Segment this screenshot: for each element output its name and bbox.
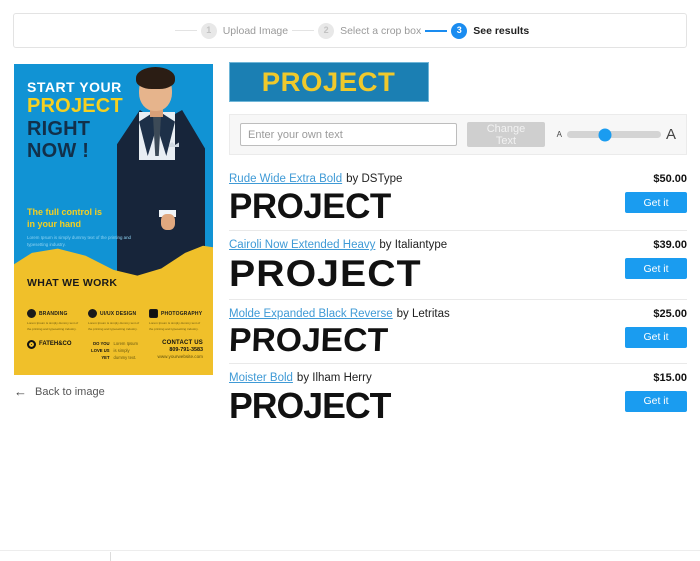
poster-lorem-text: Lorem Ipsum is simply dummy text of the … — [27, 235, 131, 248]
uiux-icon — [88, 309, 97, 319]
font-results-list: Rude Wide Extra Bold by DSType $50.00 Ge… — [228, 165, 687, 430]
uploaded-poster-image[interactable]: START YOUR PROJECT RIGHT NOW ! The full … — [14, 64, 213, 375]
font-result-item: Cairoli Now Extended Heavy by Italiantyp… — [229, 230, 687, 298]
font-size-slider-knob[interactable] — [598, 128, 612, 141]
font-sample-text: PROJECT — [229, 253, 422, 295]
step-see-results[interactable]: 3 See results — [421, 22, 530, 39]
font-name-link[interactable]: Cairoli Now Extended Heavy — [229, 239, 375, 251]
poster-service-text-2: Lorem Ipsum is simply dummy text of the … — [149, 321, 201, 332]
font-foundry-label: by Ilham Herry — [296, 371, 372, 384]
cropped-text-preview[interactable]: PROJECT — [229, 62, 429, 102]
back-to-image-label: Back to image — [35, 385, 105, 398]
font-name-link[interactable]: Molde Expanded Black Reverse — [229, 308, 393, 320]
app-root: 1 Upload Image 2 Select a crop box 3 See… — [0, 0, 700, 561]
results-panel: PROJECT Change Text A A Rude Wide Extra … — [228, 62, 687, 430]
font-sample-text: PROJECT — [229, 187, 391, 226]
poster-subheadline: The full control is in your hand — [27, 206, 139, 230]
camera-icon — [149, 309, 158, 319]
step-label-2: Select a crop box — [340, 24, 422, 37]
poster-contact-title: CONTACT US — [162, 339, 203, 346]
font-size-large-label: A — [665, 126, 676, 143]
custom-text-input[interactable] — [240, 123, 458, 146]
font-result-item: Molde Expanded Black Reverse by Letritas… — [228, 298, 687, 363]
poster-service-name-0: BRANDING — [39, 310, 68, 317]
poster-contact-web: www.yourwebsite.com — [157, 353, 203, 359]
step-line-leading — [174, 30, 197, 31]
poster-service-photography: PHOTOGRAPHY Lorem Ipsum is simply dummy … — [149, 309, 203, 333]
poster-service-text-0: Lorem Ipsum is simply dummy text of the … — [27, 321, 79, 332]
font-name-link[interactable]: Moister Bold — [229, 372, 293, 384]
font-sample-text: PROJECT — [229, 384, 391, 426]
poster-headline-4: NOW ! — [27, 140, 90, 163]
font-name-link[interactable]: Rude Wide Extra Bold — [229, 173, 342, 185]
poster-subheadline-line2: in your hand — [27, 219, 81, 230]
progress-stepper: 1 Upload Image 2 Select a crop box 3 See… — [13, 13, 687, 48]
branding-icon — [27, 309, 36, 319]
font-foundry-label: by Letritas — [396, 307, 450, 320]
page-bottom-tick-mark — [110, 552, 111, 561]
step-label-1: Upload Image — [222, 24, 289, 37]
poster-service-text-1: Lorem Ipsum is simply dummy text of the … — [88, 321, 140, 332]
text-tools-toolbar: Change Text A A — [229, 114, 687, 155]
font-size-slider-track[interactable] — [566, 128, 661, 141]
arrow-left-icon: ← — [14, 384, 27, 399]
step-select-crop-box[interactable]: 2 Select a crop box — [288, 22, 422, 39]
font-result-item: Rude Wide Extra Bold by DSType $50.00 Ge… — [229, 165, 687, 230]
font-price: $50.00 — [653, 173, 687, 185]
font-price: $25.00 — [653, 307, 687, 320]
poster-footer-row: FATEH&CO DO YOU LOVE US YET Lorem Ipsum … — [27, 339, 203, 361]
source-image-panel: START YOUR PROJECT RIGHT NOW ! The full … — [14, 64, 213, 375]
poster-loveus-labels: DO YOU LOVE US YET — [91, 340, 110, 360]
brand-logo-icon — [27, 339, 36, 349]
font-price: $15.00 — [653, 371, 687, 384]
font-price: $39.00 — [653, 239, 687, 252]
poster-subheadline-line1: The full control is — [27, 207, 103, 217]
poster-loveus-text: Lorem Ipsum is simply dummy text. — [113, 340, 138, 360]
step-line-2-3 — [425, 29, 448, 32]
font-sample-text: PROJECT — [228, 320, 389, 358]
poster-contact-phone: 809-791-3583 — [169, 346, 203, 353]
stepper-steps: 1 Upload Image 2 Select a crop box 3 See… — [171, 22, 530, 39]
poster-contact-block: CONTACT US 809-791-3583 www.yourwebsite.… — [158, 340, 203, 359]
step-number-2: 2 — [318, 22, 335, 39]
step-number-3: 3 — [451, 22, 468, 39]
step-label-3: See results — [473, 24, 530, 37]
font-foundry-label: by DSType — [346, 173, 403, 185]
page-bottom-divider — [0, 550, 700, 551]
font-size-slider-group: A A — [557, 126, 676, 143]
poster-brand-name: FATEH&CO — [39, 341, 72, 348]
poster-section-title: WHAT WE WORK — [27, 277, 118, 289]
poster-service-name-2: PHOTOGRAPHY — [161, 310, 203, 317]
step-upload-image[interactable]: 1 Upload Image — [171, 22, 289, 39]
step-number-1: 1 — [200, 22, 217, 39]
cropped-text-preview-label: PROJECT — [262, 66, 396, 97]
poster-headline: START YOUR PROJECT RIGHT NOW ! — [27, 79, 147, 163]
poster-brand: FATEH&CO — [27, 339, 72, 349]
poster-service-uiux: UI/UX DESIGN Lorem Ipsum is simply dummy… — [88, 309, 142, 333]
change-text-button[interactable]: Change Text — [467, 122, 545, 147]
poster-service-name-1: UI/UX DESIGN — [100, 310, 137, 317]
step-line-1-2 — [292, 30, 315, 31]
poster-service-branding: BRANDING Lorem Ipsum is simply dummy tex… — [27, 309, 81, 333]
font-result-item: Moister Bold by Ilham Herry $15.00 Get i… — [229, 362, 687, 430]
poster-headline-3: RIGHT — [27, 117, 91, 140]
font-size-small-label: A — [556, 130, 562, 139]
back-to-image-link[interactable]: ← Back to image — [14, 385, 105, 398]
poster-loveus-block: DO YOU LOVE US YET Lorem Ipsum is simply… — [91, 340, 138, 361]
font-foundry-label: by Italiantype — [379, 239, 448, 252]
poster-services-row: BRANDING Lorem Ipsum is simply dummy tex… — [27, 309, 203, 333]
poster-headline-1: START YOUR — [27, 79, 122, 95]
poster-headline-2: PROJECT — [27, 95, 123, 118]
